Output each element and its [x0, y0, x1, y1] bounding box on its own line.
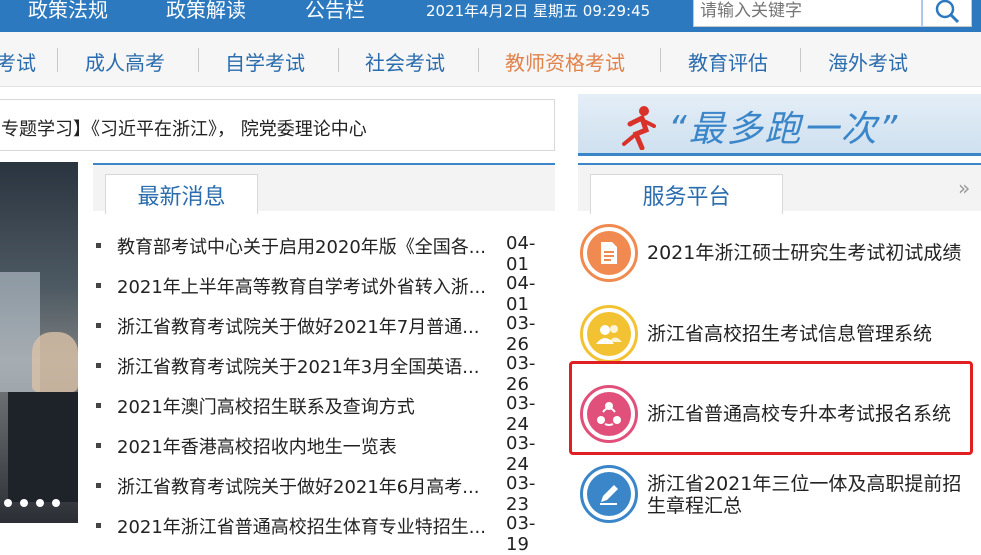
category-education-evaluation[interactable]: 教育评估	[688, 47, 768, 76]
photo-carousel[interactable]	[0, 162, 78, 523]
nav-policy-interpretation[interactable]: 政策解读	[166, 0, 246, 23]
news-title[interactable]: 2021年浙江省普通高校招生体育专业特招生...	[117, 513, 497, 539]
carousel-dot[interactable]	[20, 499, 28, 507]
datetime-display: 2021年4月2日 星期五 09:29:45	[426, 2, 651, 20]
category-overseas-exam[interactable]: 海外考试	[828, 47, 908, 76]
carousel-dot[interactable]	[4, 499, 12, 507]
bullet-icon	[96, 523, 101, 528]
news-list-item[interactable]: 2021年澳门高校招生联系及查询方式 03-24	[93, 385, 555, 435]
news-date: 03-19	[506, 513, 536, 555]
news-list-item[interactable]: 2021年上半年高等教育自学考试外省转入浙... 04-01	[93, 265, 555, 315]
nav-policy-regulations[interactable]: 政策法规	[28, 0, 108, 23]
news-list-item[interactable]: 浙江省教育考试院关于2021年3月全国英语... 03-26	[93, 345, 555, 395]
news-title[interactable]: 浙江省教育考试院关于做好2021年7月普通...	[117, 313, 497, 339]
divider	[57, 48, 58, 72]
category-self-study-exam[interactable]: 自学考试	[225, 47, 305, 76]
news-title[interactable]: 浙江省教育考试院关于做好2021年6月高考...	[117, 473, 497, 499]
divider	[338, 48, 339, 72]
news-title[interactable]: 2021年澳门高校招生联系及查询方式	[117, 393, 497, 419]
carousel-dot[interactable]	[36, 499, 44, 507]
divider	[660, 48, 661, 72]
bullet-icon	[96, 363, 101, 368]
ticker-text[interactable]: 专题学习】《习近平在浙江》， 院党委理论中心	[1, 115, 367, 141]
search-input[interactable]	[693, 0, 922, 27]
category-teacher-qualification-exam[interactable]: 教师资格考试	[505, 47, 625, 76]
running-person-icon	[622, 106, 656, 150]
news-title[interactable]: 2021年上半年高等教育自学考试外省转入浙...	[117, 273, 497, 299]
category-nav: 考试 成人高考 自学考试 社会考试 教师资格考试 教育评估 海外考试	[0, 32, 981, 87]
news-ticker[interactable]: 专题学习】《习近平在浙江》， 院党委理论中心	[0, 99, 555, 151]
document-icon	[580, 224, 638, 282]
bullet-icon	[96, 323, 101, 328]
bullet-icon	[96, 243, 101, 248]
nav-bulletin[interactable]: 公告栏	[305, 0, 365, 23]
bullet-icon	[96, 483, 101, 488]
bullet-icon	[96, 283, 101, 288]
more-link[interactable]: »	[958, 176, 970, 200]
users-icon	[580, 305, 638, 363]
banner-title: “最多跑一次”	[668, 109, 900, 150]
zuiduo-paoyici-banner[interactable]: “最多跑一次”	[578, 94, 981, 156]
pencil-icon	[580, 465, 638, 523]
news-list-item[interactable]: 2021年浙江省普通高校招生体育专业特招生... 03-19	[93, 505, 555, 555]
service-label[interactable]: 浙江省高校招生考试信息管理系统	[647, 323, 977, 345]
news-list-item[interactable]: 2021年香港高校招收内地生一览表 03-24	[93, 425, 555, 475]
divider	[478, 48, 479, 72]
category-social-exam[interactable]: 社会考试	[365, 47, 445, 76]
category-adult-college-exam[interactable]: 成人高考	[85, 47, 165, 76]
divider	[198, 48, 199, 72]
bullet-icon	[96, 443, 101, 448]
bullet-icon	[96, 403, 101, 408]
news-list-item[interactable]: 浙江省教育考试院关于做好2021年7月普通... 03-26	[93, 305, 555, 355]
news-title[interactable]: 浙江省教育考试院关于2021年3月全国英语...	[117, 353, 497, 379]
tab-latest-news[interactable]: 最新消息	[105, 174, 258, 214]
share-icon	[580, 385, 638, 443]
carousel-dot[interactable]	[52, 499, 60, 507]
news-title[interactable]: 2021年香港高校招收内地生一览表	[117, 433, 497, 459]
divider	[800, 48, 801, 72]
service-label[interactable]: 2021年浙江硕士研究生考试初试成绩	[647, 242, 977, 264]
news-title[interactable]: 教育部考试中心关于启用2020年版《全国各...	[117, 233, 497, 259]
service-item-grad-exam-scores[interactable]: 2021年浙江硕士研究生考试初试成绩	[578, 222, 981, 292]
category-exam[interactable]: 考试	[0, 47, 36, 76]
service-item-admission-info-system[interactable]: 浙江省高校招生考试信息管理系统	[578, 303, 981, 373]
search-icon	[935, 0, 960, 23]
news-list-item[interactable]: 教育部考试中心关于启用2020年版《全国各... 04-01	[93, 225, 555, 275]
tab-service-platform[interactable]: 服务平台	[590, 174, 783, 214]
search-button[interactable]	[922, 0, 972, 27]
service-label[interactable]: 浙江省普通高校专升本考试报名系统	[647, 403, 977, 425]
news-list-item[interactable]: 浙江省教育考试院关于做好2021年6月高考... 03-23	[93, 465, 555, 515]
service-label[interactable]: 浙江省2021年三位一体及高职提前招生章程汇总	[647, 473, 977, 517]
service-item-upgrade-registration-system[interactable]: 浙江省普通高校专升本考试报名系统	[578, 383, 981, 453]
